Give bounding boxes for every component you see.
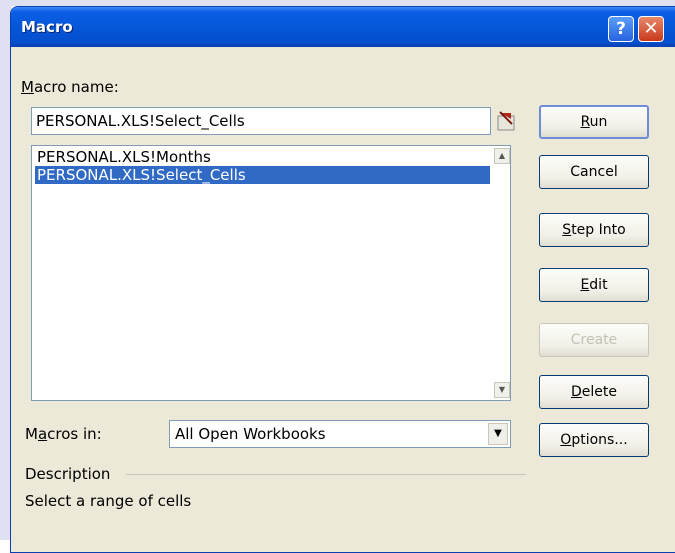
create-button: Create [539,323,649,357]
macro-name-input[interactable] [31,107,491,135]
scroll-up-button[interactable]: ▲ [494,148,510,164]
options-button[interactable]: Options... [539,423,649,457]
macro-list[interactable]: PERSONAL.XLS!Months PERSONAL.XLS!Select_… [31,145,511,401]
close-icon: ✕ [643,18,659,39]
collapse-dialog-icon[interactable] [497,110,517,132]
title-bar[interactable]: Macro ? ✕ [11,7,675,47]
close-button[interactable]: ✕ [638,16,664,42]
cancel-button[interactable]: Cancel [539,155,649,189]
run-button[interactable]: Run [539,105,649,139]
description-divider [126,474,526,475]
scroll-down-button[interactable]: ▼ [494,382,510,398]
step-into-button[interactable]: Step Into [539,213,649,247]
description-text: Select a range of cells [25,492,192,510]
dialog-title: Macro [21,18,73,36]
macros-in-select[interactable]: All Open Workbooks ▼ [169,420,511,448]
help-icon: ? [616,19,626,39]
list-item-selected[interactable]: PERSONAL.XLS!Select_Cells [35,166,490,184]
edit-button[interactable]: Edit [539,268,649,302]
macros-in-label: Macros in: [25,425,102,443]
dropdown-arrow-icon[interactable]: ▼ [488,423,508,445]
description-label: Description [25,465,111,483]
macro-name-label: Macro name: [21,78,119,96]
delete-button[interactable]: Delete [539,375,649,409]
macro-dialog: Macro ? ✕ Macro name: PERSONAL.XLS!Month… [10,6,675,553]
macros-in-value: All Open Workbooks [175,425,326,443]
list-item[interactable]: PERSONAL.XLS!Months [35,148,490,166]
help-button[interactable]: ? [608,16,634,42]
